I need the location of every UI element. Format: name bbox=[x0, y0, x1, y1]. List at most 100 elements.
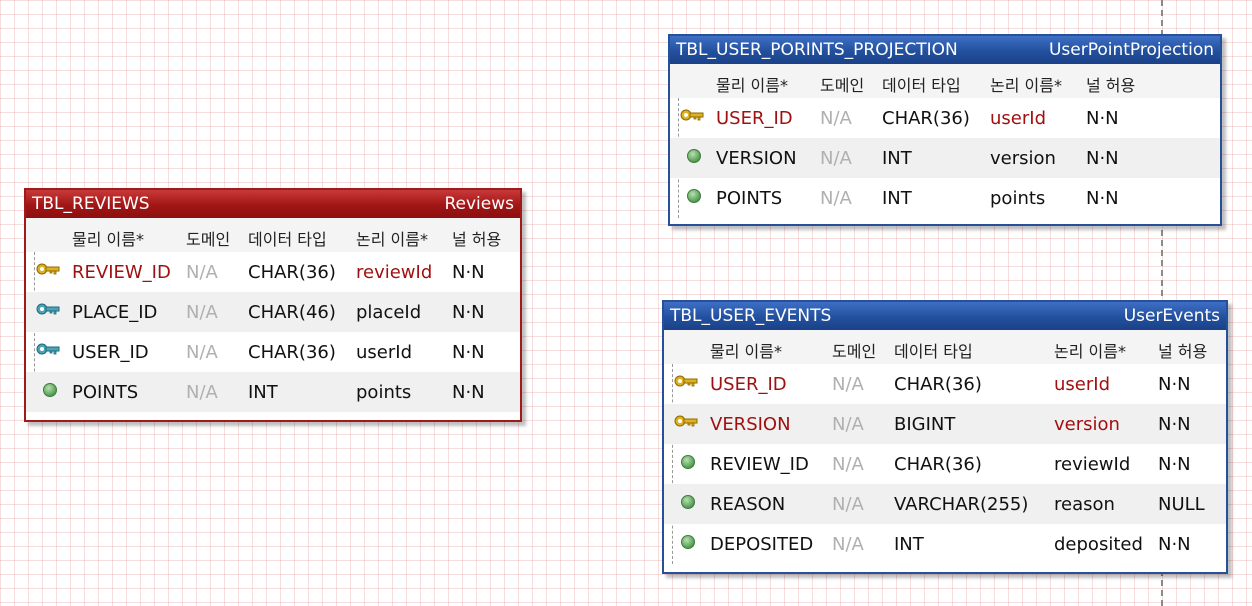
column-header-row: 물리 이름* 도메인 데이터 타입 논리 이름* 널 허용 bbox=[664, 330, 1226, 364]
header-logical-name: 논리 이름* bbox=[356, 230, 428, 249]
column-datatype: VARCHAR(255) bbox=[894, 494, 1029, 515]
header-nullable: 널 허용 bbox=[452, 230, 502, 249]
column-nullable: N·N bbox=[1158, 534, 1191, 555]
primary-key-icon bbox=[36, 262, 60, 276]
column-datatype: BIGINT bbox=[894, 414, 956, 435]
column-datatype: CHAR(36) bbox=[882, 108, 970, 129]
header-nullable: 널 허용 bbox=[1158, 342, 1208, 361]
attribute-dot-icon bbox=[680, 454, 696, 470]
column-row-version[interactable]: VERSION N/A BIGINT version N·N bbox=[664, 404, 1226, 444]
column-row-points[interactable]: POINTS N/A INT points N·N bbox=[26, 372, 520, 412]
entity-logical-name: UserEvents bbox=[1123, 306, 1220, 326]
column-logical-name: deposited bbox=[1054, 534, 1143, 555]
attribute-dot-icon bbox=[42, 382, 58, 398]
column-domain: N/A bbox=[186, 342, 218, 363]
entity-header[interactable]: TBL_REVIEWS Reviews bbox=[26, 190, 520, 218]
column-datatype: INT bbox=[882, 148, 912, 169]
column-datatype: INT bbox=[248, 382, 278, 403]
column-list: REVIEW_ID N/A CHAR(36) reviewId N·N PLACE_ID N… bbox=[26, 252, 520, 412]
header-physical-name: 물리 이름* bbox=[710, 342, 782, 361]
column-nullable: N·N bbox=[452, 382, 485, 403]
entity-tbl-reviews[interactable]: TBL_REVIEWS Reviews 물리 이름* 도메인 데이터 타입 논리… bbox=[24, 188, 522, 422]
column-nullable: N·N bbox=[1158, 374, 1191, 395]
entity-logical-name: Reviews bbox=[444, 194, 514, 214]
primary-key-icon bbox=[674, 414, 698, 428]
column-nullable: N·N bbox=[1086, 188, 1119, 209]
column-logical-name: version bbox=[990, 148, 1056, 169]
column-domain: N/A bbox=[820, 108, 852, 129]
column-domain: N/A bbox=[832, 374, 864, 395]
column-logical-name: reviewId bbox=[356, 262, 433, 283]
column-row-points[interactable]: POINTS N/A INT points N·N bbox=[670, 178, 1220, 218]
primary-key-icon bbox=[674, 374, 698, 388]
column-nullable: N·N bbox=[452, 262, 485, 283]
column-row-review-id[interactable]: REVIEW_ID N/A CHAR(36) reviewId N·N bbox=[26, 252, 520, 292]
column-logical-name: reviewId bbox=[1054, 454, 1131, 475]
header-logical-name: 논리 이름* bbox=[990, 76, 1062, 95]
column-physical-name: VERSION bbox=[716, 148, 797, 169]
entity-physical-name: TBL_REVIEWS bbox=[32, 194, 150, 214]
column-datatype: CHAR(36) bbox=[248, 262, 336, 283]
column-domain: N/A bbox=[186, 382, 218, 403]
foreign-key-icon bbox=[36, 342, 60, 356]
column-physical-name: REVIEW_ID bbox=[72, 262, 171, 283]
entity-tbl-user-points-projection[interactable]: TBL_USER_PORINTS_PROJECTION UserPointPro… bbox=[668, 34, 1222, 226]
entity-physical-name: TBL_USER_EVENTS bbox=[670, 306, 832, 326]
column-logical-name: placeId bbox=[356, 302, 422, 323]
column-nullable: N·N bbox=[452, 302, 485, 323]
column-physical-name: USER_ID bbox=[72, 342, 149, 363]
column-physical-name: DEPOSITED bbox=[710, 534, 814, 555]
column-physical-name: POINTS bbox=[72, 382, 139, 403]
column-logical-name: points bbox=[356, 382, 412, 403]
header-domain: 도메인 bbox=[186, 230, 231, 249]
header-datatype: 데이터 타입 bbox=[882, 76, 961, 95]
column-nullable: N·N bbox=[1158, 414, 1191, 435]
entity-tbl-user-events[interactable]: TBL_USER_EVENTS UserEvents 물리 이름* 도메인 데이… bbox=[662, 300, 1228, 574]
column-domain: N/A bbox=[832, 534, 864, 555]
column-datatype: INT bbox=[882, 188, 912, 209]
column-domain: N/A bbox=[832, 454, 864, 475]
column-domain: N/A bbox=[820, 188, 852, 209]
column-row-deposited[interactable]: DEPOSITED N/A INT deposited N·N bbox=[664, 524, 1226, 564]
column-row-user-id[interactable]: USER_ID N/A CHAR(36) userId N·N bbox=[26, 332, 520, 372]
column-logical-name: userId bbox=[356, 342, 412, 363]
attribute-dot-icon bbox=[686, 188, 702, 204]
column-domain: N/A bbox=[832, 494, 864, 515]
column-nullable: NULL bbox=[1158, 494, 1205, 515]
header-domain: 도메인 bbox=[820, 76, 865, 95]
header-nullable: 널 허용 bbox=[1086, 76, 1136, 95]
column-header-row: 물리 이름* 도메인 데이터 타입 논리 이름* 널 허용 bbox=[26, 218, 520, 252]
column-logical-name: userId bbox=[990, 108, 1046, 129]
column-datatype: INT bbox=[894, 534, 924, 555]
column-physical-name: POINTS bbox=[716, 188, 783, 209]
column-logical-name: reason bbox=[1054, 494, 1115, 515]
column-physical-name: REASON bbox=[710, 494, 786, 515]
column-row-reason[interactable]: REASON N/A VARCHAR(255) reason NULL bbox=[664, 484, 1226, 524]
entity-header[interactable]: TBL_USER_EVENTS UserEvents bbox=[664, 302, 1226, 330]
header-logical-name: 논리 이름* bbox=[1054, 342, 1126, 361]
attribute-dot-icon bbox=[680, 494, 696, 510]
attribute-dot-icon bbox=[680, 534, 696, 550]
column-header-row: 물리 이름* 도메인 데이터 타입 논리 이름* 널 허용 bbox=[670, 64, 1220, 98]
column-row-review-id[interactable]: REVIEW_ID N/A CHAR(36) reviewId N·N bbox=[664, 444, 1226, 484]
entity-header[interactable]: TBL_USER_PORINTS_PROJECTION UserPointPro… bbox=[670, 36, 1220, 64]
column-row-user-id[interactable]: USER_ID N/A CHAR(36) userId N·N bbox=[664, 364, 1226, 404]
column-datatype: CHAR(36) bbox=[894, 454, 982, 475]
column-datatype: CHAR(36) bbox=[248, 342, 336, 363]
column-nullable: N·N bbox=[1158, 454, 1191, 475]
column-row-user-id[interactable]: USER_ID N/A CHAR(36) userId N·N bbox=[670, 98, 1220, 138]
header-physical-name: 물리 이름* bbox=[716, 76, 788, 95]
column-domain: N/A bbox=[186, 302, 218, 323]
column-domain: N/A bbox=[832, 414, 864, 435]
column-physical-name: USER_ID bbox=[710, 374, 787, 395]
column-list: USER_ID N/A CHAR(36) userId N·N VERSION N/A BIG… bbox=[664, 364, 1226, 564]
column-row-version[interactable]: VERSION N/A INT version N·N bbox=[670, 138, 1220, 178]
column-physical-name: PLACE_ID bbox=[72, 302, 158, 323]
column-row-place-id[interactable]: PLACE_ID N/A CHAR(46) placeId N·N bbox=[26, 292, 520, 332]
column-logical-name: userId bbox=[1054, 374, 1110, 395]
header-datatype: 데이터 타입 bbox=[248, 230, 327, 249]
column-domain: N/A bbox=[186, 262, 218, 283]
column-logical-name: version bbox=[1054, 414, 1120, 435]
entity-logical-name: UserPointProjection bbox=[1048, 40, 1214, 60]
column-physical-name: REVIEW_ID bbox=[710, 454, 809, 475]
